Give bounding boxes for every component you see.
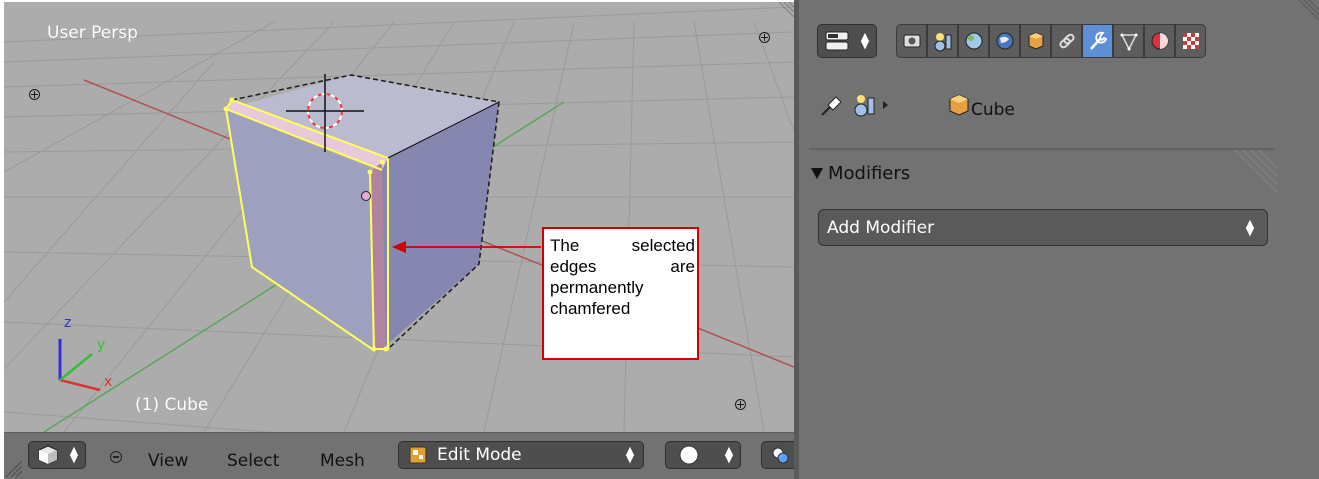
object-cube-icon: [1028, 32, 1044, 50]
mesh-data-icon: [1120, 33, 1138, 51]
wrench-icon: [1090, 31, 1108, 50]
world-icon: [996, 32, 1014, 50]
chevron-updown-icon: ▲ ▼: [625, 444, 635, 465]
pin-icon[interactable]: [819, 94, 845, 118]
3d-viewport[interactable]: User Persp (1) Cube z y x The selected e…: [4, 2, 794, 432]
add-modifier-dropdown[interactable]: Add Modifier ▲ ▼: [818, 209, 1268, 246]
menu-mesh[interactable]: Mesh: [320, 451, 365, 471]
scene-data-icon: [854, 95, 875, 117]
mode-selector[interactable]: Edit Mode ▲ ▼: [398, 441, 644, 469]
pivot-point-icon: [772, 447, 789, 464]
tab-material[interactable]: [1144, 24, 1175, 58]
breadcrumb-arrow-icon: [883, 101, 888, 109]
collapse-menus-icon[interactable]: [110, 451, 122, 463]
chevron-updown-icon: ▲ ▼: [724, 444, 734, 465]
editor-type-button[interactable]: ▲ ▼: [28, 441, 86, 469]
panel-collapse-triangle-icon[interactable]: [811, 168, 823, 179]
breadcrumb-object-name: Cube: [971, 100, 1015, 120]
viewport-scene: [4, 2, 794, 432]
viewport-shading-selector[interactable]: ▲ ▼: [665, 441, 741, 469]
object-cube-icon: [949, 94, 969, 116]
link-icon: [1059, 33, 1075, 49]
cube-mesh: [223, 74, 500, 352]
solid-shading-icon: [679, 445, 699, 465]
edit-mode-icon: [409, 446, 427, 464]
annotation-callout: The selected edges are permanently chamf…: [542, 227, 699, 360]
tab-modifiers[interactable]: [1082, 24, 1113, 58]
tab-constraints[interactable]: [1051, 24, 1082, 58]
camera-icon: [903, 34, 921, 48]
z-axis-label: z: [64, 315, 72, 331]
x-axis-label: x: [104, 374, 113, 390]
mode-label: Edit Mode: [437, 445, 522, 465]
split-area-icon[interactable]: [735, 399, 746, 410]
properties-editor-icon: [825, 31, 849, 51]
split-area-icon[interactable]: [29, 89, 40, 100]
split-area-icon[interactable]: [759, 32, 770, 43]
properties-editor: ▲ ▼ Cube Modifiers Add Modifier ▲ ▼: [799, 0, 1319, 479]
menu-select[interactable]: Select: [227, 451, 279, 471]
y-axis-label: y: [97, 337, 106, 353]
pivot-point-button[interactable]: [761, 441, 797, 469]
object-info-label: (1) Cube: [135, 395, 209, 415]
annotation-text: The selected edges are permanently chamf…: [550, 236, 695, 318]
corner-grip-icon[interactable]: [6, 461, 22, 477]
3d-view-icon: [38, 445, 58, 465]
chevron-updown-icon: ▲ ▼: [1245, 217, 1255, 238]
material-icon: [1151, 32, 1169, 50]
tab-scene[interactable]: [958, 24, 989, 58]
add-modifier-label: Add Modifier: [827, 218, 935, 238]
tab-render[interactable]: [896, 24, 927, 58]
panel-drag-grip-icon[interactable]: [1235, 150, 1277, 192]
tab-world[interactable]: [989, 24, 1020, 58]
tab-texture[interactable]: [1175, 24, 1206, 58]
texture-icon: [1183, 33, 1199, 49]
axis-gizmo: [58, 339, 101, 392]
viewport-header: ▲ ▼ View Select Mesh Edit Mode ▲ ▼ ▲ ▼: [4, 432, 797, 479]
scene-icon: [965, 32, 983, 50]
render-layers-icon: [934, 33, 952, 52]
tab-data[interactable]: [1113, 24, 1144, 58]
chevron-updown-icon: ▲ ▼: [860, 30, 870, 51]
tab-object[interactable]: [1020, 24, 1051, 58]
panel-title[interactable]: Modifiers: [828, 163, 910, 184]
corner-grip-icon[interactable]: [1295, 0, 1319, 24]
editor-type-button[interactable]: ▲ ▼: [817, 24, 877, 58]
chevron-updown-icon: ▲ ▼: [69, 444, 79, 465]
tab-render-layers[interactable]: [927, 24, 958, 58]
panel-separator: [809, 148, 1275, 150]
menu-view[interactable]: View: [148, 451, 188, 471]
view-name-label: User Persp: [47, 23, 138, 43]
